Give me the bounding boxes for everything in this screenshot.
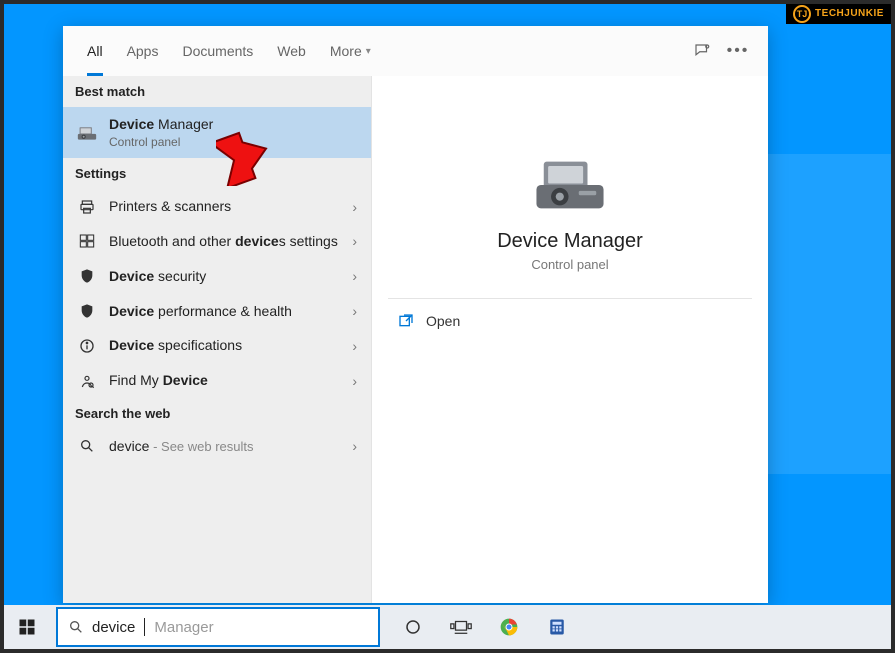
tab-web[interactable]: Web [265,26,318,76]
settings-result-label: Printers & scanners [109,198,340,215]
find-device-icon [77,373,97,389]
tab-all[interactable]: All [75,26,115,76]
search-typed-text: device [92,619,135,636]
watermark: TJ TECHJUNKIE [786,4,891,24]
desktop-decoration [761,154,895,474]
info-icon [77,338,97,354]
tab-documents[interactable]: Documents [170,26,265,76]
chevron-right-icon: › [352,233,357,249]
start-button[interactable] [4,605,50,649]
chevron-right-icon: › [352,338,357,354]
tab-all-label: All [87,43,103,59]
open-action[interactable]: Open [372,299,768,343]
shield-icon [77,268,97,284]
search-flyout: All Apps Documents Web More ▾ ••• Best ma… [63,26,768,603]
settings-result-3[interactable]: Device performance & health › [63,294,371,329]
chevron-right-icon: › [352,268,357,284]
chevron-right-icon: › [352,199,357,215]
chevron-right-icon: › [352,438,357,454]
cortana-icon [404,618,422,636]
device-manager-icon [535,154,605,216]
settings-result-5[interactable]: Find My Device › [63,363,371,398]
settings-result-1[interactable]: Bluetooth and other devices settings › [63,224,371,259]
task-view-button[interactable] [438,605,484,649]
section-best-match: Best match [63,76,371,107]
result-web-label: device - See web results [109,438,340,455]
shield-icon [77,303,97,319]
taskbar: device Manager [4,605,891,649]
search-icon [68,619,84,635]
chevron-right-icon: › [352,373,357,389]
search-tabs: All Apps Documents Web More ▾ ••• [63,26,768,76]
section-search-web: Search the web [63,398,371,429]
open-icon [398,313,414,329]
printer-icon [77,199,97,215]
search-suggestion-text: Manager [154,619,213,636]
calculator-icon [548,618,566,636]
chevron-down-icon: ▾ [366,46,371,57]
result-preview-pane: Device Manager Control panel Open [371,76,768,603]
settings-result-label: Bluetooth and other devices settings [109,233,340,250]
tab-more[interactable]: More ▾ [318,26,383,76]
taskbar-search-input[interactable]: device Manager [56,607,380,647]
settings-result-2[interactable]: Device security › [63,259,371,294]
chrome-icon [499,617,519,637]
tab-more-label: More [330,43,362,59]
settings-result-label: Device specifications [109,337,340,354]
preview-subtitle: Control panel [531,257,608,272]
result-web-search[interactable]: device - See web results › [63,429,371,464]
feedback-icon[interactable] [684,42,720,60]
search-icon [77,438,97,454]
tab-web-label: Web [277,43,306,59]
start-icon [18,618,36,636]
settings-result-0[interactable]: Printers & scanners › [63,189,371,224]
chrome-button[interactable] [486,605,532,649]
open-label: Open [426,313,460,329]
preview-title: Device Manager [497,230,643,253]
device-manager-icon [77,121,97,145]
more-options-icon[interactable]: ••• [720,42,756,60]
settings-result-4[interactable]: Device specifications › [63,328,371,363]
task-view-icon [450,618,472,636]
chevron-right-icon: › [352,303,357,319]
text-cursor [144,618,145,636]
calculator-button[interactable] [534,605,580,649]
tab-apps-label: Apps [127,43,159,59]
settings-result-label: Find My Device [109,372,340,389]
annotation-arrow-icon [216,130,276,186]
bluetooth-settings-icon [77,233,97,249]
tab-documents-label: Documents [182,43,253,59]
cortana-button[interactable] [390,605,436,649]
tab-apps[interactable]: Apps [115,26,171,76]
settings-result-label: Device performance & health [109,303,340,320]
settings-result-label: Device security [109,268,340,285]
